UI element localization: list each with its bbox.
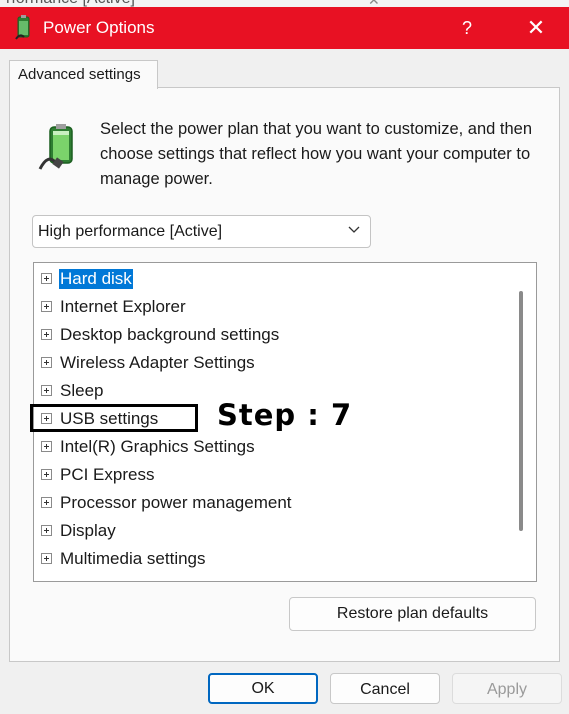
tree-item[interactable]: Desktop background settings [34, 323, 504, 347]
power-plan-value: High performance [Active] [38, 223, 223, 240]
power-plan-icon [38, 124, 73, 170]
expand-plus-icon[interactable] [41, 385, 52, 396]
tree-item[interactable]: Hard disk [34, 267, 504, 291]
expand-plus-icon[interactable] [41, 273, 52, 284]
tree-scrollbar[interactable] [516, 263, 534, 579]
expand-plus-icon[interactable] [41, 525, 52, 536]
expand-plus-icon[interactable] [41, 301, 52, 312]
tree-item-label: Wireless Adapter Settings [60, 353, 255, 372]
close-button[interactable]: ✕ [519, 13, 553, 43]
tree-item-label: Intel(R) Graphics Settings [60, 437, 255, 456]
expand-plus-icon[interactable] [41, 441, 52, 452]
tab-label: Advanced settings [18, 66, 141, 83]
tree-item[interactable]: PCI Express [34, 463, 504, 487]
expand-plus-icon[interactable] [41, 553, 52, 564]
intro-text: Select the power plan that you want to c… [100, 120, 533, 188]
restore-plan-defaults-button[interactable]: Restore plan defaults [289, 597, 536, 631]
expand-plus-icon[interactable] [41, 469, 52, 480]
tree-item[interactable]: Internet Explorer [34, 295, 504, 319]
tree-item-label: Display [60, 521, 116, 540]
window-title: Power Options [43, 18, 155, 37]
tree-item[interactable]: Intel(R) Graphics Settings [34, 435, 504, 459]
tree-item[interactable]: Display [34, 519, 504, 543]
tree-item[interactable]: Processor power management [34, 491, 504, 515]
step-annotation: Step : 7 [217, 398, 353, 432]
tree-item-label: Sleep [60, 381, 104, 400]
scrollbar-thumb[interactable] [519, 291, 523, 531]
battery-plug-icon [15, 15, 30, 40]
tree-item[interactable]: Multimedia settings [34, 547, 504, 571]
tree-item-label: Hard disk [59, 269, 133, 289]
power-plan-select[interactable]: High performance [Active] [32, 215, 371, 248]
help-button[interactable]: ? [455, 16, 479, 40]
tree-item-label: PCI Express [60, 465, 155, 484]
tab-advanced-settings[interactable]: Advanced settings [9, 60, 158, 89]
tree-item[interactable]: Wireless Adapter Settings [34, 351, 504, 375]
title-bar: Power Options ? ✕ [0, 7, 569, 49]
step-highlight-box [30, 404, 198, 432]
expand-plus-icon[interactable] [41, 581, 52, 582]
expand-plus-icon[interactable] [41, 357, 52, 368]
tree-item-label: Internet Explorer [60, 297, 186, 316]
cancel-button[interactable]: Cancel [330, 673, 440, 704]
tree-item-partial[interactable] [34, 575, 504, 582]
chevron-down-icon [348, 226, 360, 233]
apply-button[interactable]: Apply [452, 673, 562, 704]
expand-plus-icon[interactable] [41, 329, 52, 340]
tree-item-label: Desktop background settings [60, 325, 280, 344]
tree-item-label: Multimedia settings [60, 549, 206, 568]
ok-button[interactable]: OK [208, 673, 318, 704]
tree-item-label: Processor power management [60, 493, 292, 512]
expand-plus-icon[interactable] [41, 497, 52, 508]
